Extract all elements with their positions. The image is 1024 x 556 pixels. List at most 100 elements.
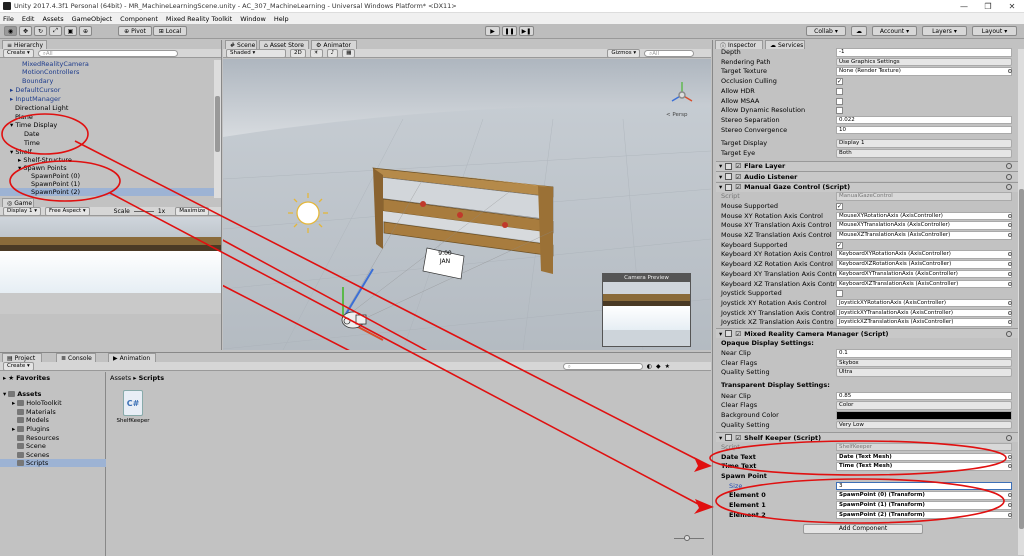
hier-item[interactable]: Date	[24, 130, 40, 138]
component-header[interactable]: ▾ ☑ Manual Gaze Control (Script)	[716, 181, 1018, 192]
hier-item[interactable]: SpawnPoint (1)	[31, 180, 80, 188]
script-asset[interactable]: C# ShelfKeeper	[115, 390, 151, 424]
menu-assets[interactable]: Assets	[42, 15, 63, 23]
slider-thumb[interactable]	[684, 535, 690, 541]
menu-file[interactable]: File	[3, 15, 14, 23]
shading-dropdown[interactable]: Shaded ▾	[226, 48, 286, 58]
object-picker-icon[interactable]	[1008, 281, 1012, 286]
checkbox[interactable]: ✓	[836, 241, 843, 249]
expand-arrow-icon[interactable]: ▸	[18, 156, 21, 164]
folder-item[interactable]: ▸ Plugins	[12, 425, 50, 433]
hier-item[interactable]: MixedRealityCamera	[22, 60, 89, 68]
expand-arrow-icon[interactable]: ▾	[10, 121, 13, 129]
object-picker-icon[interactable]	[1008, 454, 1012, 459]
value-field[interactable]: 3	[836, 481, 1012, 491]
folder-item[interactable]: Scene	[17, 442, 46, 450]
tab-asset-store[interactable]: ⌂ Asset Store	[259, 40, 309, 49]
minimize-button[interactable]: —	[952, 0, 976, 13]
object-picker-icon[interactable]	[1008, 271, 1012, 276]
menu-component[interactable]: Component	[120, 15, 158, 23]
project-create-button[interactable]: Create ▾	[3, 361, 34, 371]
component-header[interactable]: ▾ ☑ Flare Layer	[716, 160, 1018, 171]
value-field[interactable]: JoystickXZTranslationAxis (AxisControlle…	[836, 318, 1012, 327]
expand-arrow-icon[interactable]: ▸	[10, 86, 13, 94]
enabled-checkbox[interactable]: ☑	[735, 183, 741, 191]
menu-gameobject[interactable]: GameObject	[72, 15, 113, 23]
fold-arrow-icon[interactable]: ▾	[719, 173, 722, 181]
value-field[interactable]: SpawnPoint (1) (Transform)	[836, 501, 1012, 510]
value-field[interactable]: ManualGazeControl	[836, 192, 1012, 201]
value-field[interactable]: JoystickXYTranslationAxis (AxisControlle…	[836, 308, 1012, 318]
scroll-thumb[interactable]	[215, 96, 220, 152]
tab-animator[interactable]: ⚙ Animator	[311, 40, 357, 49]
scroll-thumb[interactable]	[1019, 189, 1024, 529]
value-field[interactable]: None (Render Texture)	[836, 67, 1012, 76]
hierarchy-scrollbar[interactable]	[214, 60, 221, 198]
aspect-dropdown[interactable]: Free Aspect ▾	[45, 206, 90, 216]
maximize-button[interactable]: ❐	[976, 0, 1000, 13]
hierarchy-search-input[interactable]: ⌕All	[37, 49, 178, 57]
scene-search-input[interactable]: ⌕All	[644, 49, 695, 57]
audio-toggle-icon[interactable]: ♪	[326, 48, 339, 58]
collab-button[interactable]: Collab ▾	[806, 26, 846, 36]
project-search-input[interactable]: ⌕	[562, 362, 643, 370]
account-button[interactable]: Account ▾	[872, 26, 917, 36]
menu-edit[interactable]: Edit	[22, 15, 35, 23]
dropdown-field[interactable]: Very Low	[836, 420, 1012, 430]
folder-item[interactable]: Materials	[17, 408, 56, 416]
enabled-checkbox[interactable]: ☑	[735, 173, 741, 181]
maximize-on-play-button[interactable]: Maximize	[175, 206, 210, 216]
game-view[interactable]	[0, 217, 221, 314]
value-field[interactable]: MouseXZTranslationAxis (AxisController)	[836, 231, 1012, 240]
enabled-checkbox[interactable]: ☑	[735, 434, 741, 442]
persp-label[interactable]: < Persp	[666, 112, 687, 118]
step-button[interactable]: ▶❚	[519, 26, 534, 36]
hier-item[interactable]: Time	[24, 139, 40, 147]
play-button[interactable]: ▶	[485, 26, 500, 36]
dropdown-field[interactable]: Use Graphics Settings	[836, 57, 1012, 67]
value-field[interactable]: ShelfKeeper	[836, 442, 1012, 452]
hier-item[interactable]: Directional Light	[15, 104, 68, 112]
checkbox[interactable]	[836, 107, 843, 115]
scale-tool-icon[interactable]: ⤢	[49, 26, 62, 36]
value-field[interactable]: KeyboardXZRotationAxis (AxisController)	[836, 260, 1012, 269]
filter-type-icon[interactable]: ◐	[647, 363, 652, 370]
folder-item[interactable]: Resources	[17, 434, 59, 442]
folder-item-selected[interactable]: Scripts	[0, 459, 106, 467]
breadcrumb-assets[interactable]: Assets	[110, 374, 131, 382]
expand-arrow-icon[interactable]: ▸	[3, 374, 6, 382]
hier-item[interactable]: MotionControllers	[22, 68, 79, 76]
checkbox[interactable]: ✓	[836, 78, 843, 86]
hand-tool-icon[interactable]: ◉	[4, 26, 17, 36]
value-field[interactable]: 10	[836, 125, 1012, 135]
value-field[interactable]: 0.1	[836, 349, 1012, 358]
hier-item[interactable]: ▾ Time Display	[10, 121, 57, 129]
dropdown-field[interactable]: Ultra	[836, 368, 1012, 377]
dropdown-field[interactable]: Color	[836, 401, 1012, 410]
rect-tool-icon[interactable]: ▣	[64, 26, 77, 36]
component-header[interactable]: ▾ ☑ Audio Listener	[716, 171, 1018, 182]
scale-slider[interactable]	[133, 210, 154, 212]
scene-view[interactable]: 9:00 JAN < Persp Camera Preview	[223, 59, 711, 350]
effects-toggle-icon[interactable]: ▦	[342, 48, 356, 58]
value-field[interactable]: KeyboardXZTranslationAxis (AxisControlle…	[836, 279, 1012, 288]
color-field[interactable]	[836, 411, 1012, 420]
object-picker-icon[interactable]	[1008, 512, 1012, 517]
hier-item[interactable]: SpawnPoint (0)	[31, 172, 80, 180]
object-picker-icon[interactable]	[1008, 300, 1012, 305]
filter-label-icon[interactable]: ◆	[656, 363, 661, 370]
dropdown-field[interactable]: Skybox	[836, 358, 1012, 368]
tab-console[interactable]: ≣ Console	[56, 353, 96, 362]
add-component-button[interactable]: Add Component	[803, 523, 923, 534]
lighting-toggle-icon[interactable]: ☀	[309, 48, 323, 58]
value-field[interactable]: Date (Text Mesh)	[836, 452, 1012, 462]
object-picker-icon[interactable]	[1008, 213, 1012, 218]
expand-arrow-icon[interactable]: ▾	[10, 148, 13, 156]
enabled-checkbox[interactable]: ☑	[735, 162, 741, 170]
dropdown-field[interactable]: Display 1	[836, 139, 1012, 148]
component-header[interactable]: ▾ ☑ Shelf Keeper (Script)	[716, 432, 1018, 443]
checkbox[interactable]	[836, 290, 843, 298]
tab-animation[interactable]: ▶ Animation	[108, 353, 156, 362]
star-icon[interactable]: ★	[665, 363, 670, 370]
fold-arrow-icon[interactable]: ▾	[719, 434, 722, 442]
